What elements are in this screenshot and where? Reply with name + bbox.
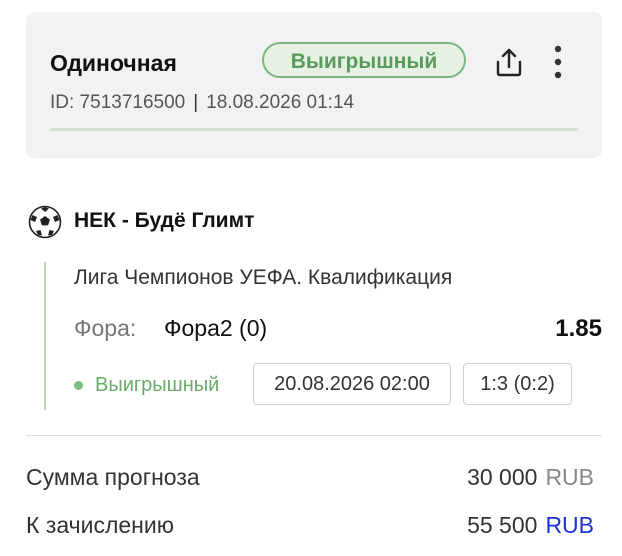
payout-value: 55 500 RUB (467, 512, 594, 539)
summary-divider (26, 435, 602, 436)
payout-label: К зачислению (26, 512, 174, 538)
share-icon (496, 48, 522, 77)
stake-currency: RUB (545, 464, 594, 490)
bet-id: ID: 7513716500 (50, 92, 186, 113)
event-accent-bar (44, 262, 46, 410)
market-value: Фора2 (0) (164, 315, 268, 341)
meta-separator: | (193, 92, 199, 113)
card-divider-line (50, 128, 578, 131)
more-vertical-icon (554, 45, 562, 79)
event-score-chip: 1:3 (0:2) (463, 363, 572, 405)
payout-amount: 55 500 (467, 512, 538, 538)
odds-value: 1.85 (555, 315, 602, 342)
status-dot (74, 381, 83, 390)
event-date-chip: 20.08.2026 02:00 (253, 363, 451, 405)
bet-type: Одиночная (50, 50, 177, 76)
share-button[interactable] (492, 45, 526, 79)
bet-datetime: 18.08.2026 01:14 (206, 92, 355, 113)
status-badge: Выигрышный (262, 42, 466, 78)
bet-meta: ID: 7513716500 | 18.08.2026 01:14 (50, 92, 354, 114)
stake-label: Сумма прогноза (26, 464, 200, 490)
bet-card: Одиночная Выигрышный ID: 7513716500 | 18.0… (26, 12, 602, 158)
more-menu-button[interactable] (548, 44, 568, 80)
event-status: Выигрышный (95, 374, 220, 396)
match-title[interactable]: НЕК - Будё Глимт (74, 209, 254, 233)
stake-value: 30 000 RUB (467, 464, 594, 491)
league-name: Лига Чемпионов УЕФА. Квалификация (74, 266, 453, 289)
stake-amount: 30 000 (467, 464, 538, 490)
market-label: Фора: (74, 315, 137, 341)
payout-currency: RUB (545, 512, 594, 538)
soccer-ball-icon (28, 205, 62, 239)
